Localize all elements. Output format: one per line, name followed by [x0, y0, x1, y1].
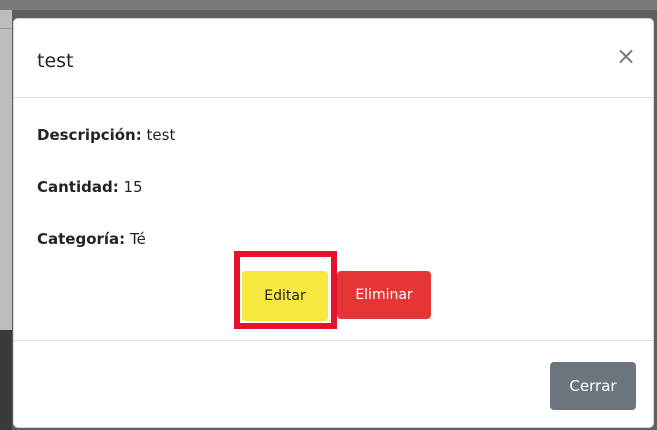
- close-button[interactable]: Cerrar: [550, 362, 636, 410]
- page-backdrop-left: [0, 10, 12, 430]
- product-modal: test × Descripción: test Cantidad: 15 Ca…: [13, 18, 654, 428]
- modal-footer: Cerrar: [14, 340, 653, 428]
- field-cantidad: Cantidad: 15: [37, 177, 143, 197]
- modal-header: test ×: [14, 19, 653, 98]
- modal-title: test: [37, 50, 74, 72]
- field-cantidad-label: Cantidad:: [37, 178, 119, 196]
- field-descripcion: Descripción: test: [37, 125, 175, 145]
- page-backdrop-top: [0, 0, 657, 10]
- field-descripcion-value: test: [146, 126, 176, 144]
- edit-button[interactable]: Editar: [242, 271, 328, 321]
- field-categoria-value: Té: [129, 230, 146, 248]
- field-categoria-label: Categoría:: [37, 230, 126, 248]
- modal-body: Descripción: test Cantidad: 15 Categoría…: [14, 99, 653, 340]
- delete-button[interactable]: Eliminar: [337, 271, 431, 319]
- close-icon[interactable]: ×: [615, 43, 637, 69]
- field-cantidad-value: 15: [123, 178, 143, 196]
- field-descripcion-label: Descripción:: [37, 126, 142, 144]
- field-categoria: Categoría: Té: [37, 229, 146, 249]
